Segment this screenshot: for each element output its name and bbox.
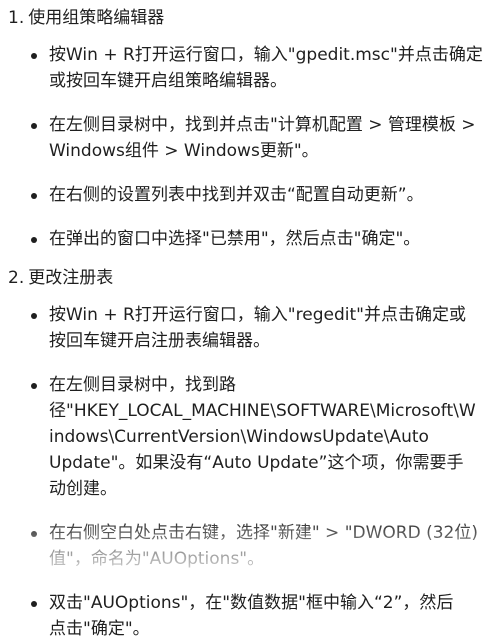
bullet-line: 径"HKEY_LOCAL_MACHINE\SOFTWARE\Microsoft\… — [49, 401, 476, 421]
step-2-number: 2. — [8, 268, 25, 288]
step-2-bullet-2: 在左侧目录树中，找到路 径"HKEY_LOCAL_MACHINE\SOFTWAR… — [0, 372, 489, 502]
step-1-title: 使用组策略编辑器 — [28, 8, 165, 28]
step-1-bullet-1: 按Win + R打开运行窗口，输入"gpedit.msc"并点击确定 或按回车键… — [0, 42, 489, 94]
instruction-document: 1. 使用组策略编辑器 按Win + R打开运行窗口，输入"gpedit.msc"… — [0, 5, 489, 642]
bullet-line: 动创建。 — [49, 479, 117, 499]
bullet-line: 按回车键开启注册表编辑器。 — [49, 331, 270, 351]
step-2-bullet-3: 在右侧空白处点击右键，选择"新建" > "DWORD (32位) 值"，命名为"… — [0, 520, 489, 572]
bullet-line: 按Win + R打开运行窗口，输入"regedit"并点击确定或 — [49, 305, 466, 325]
bullet-line: 在右侧空白处点击右键，选择"新建" > "DWORD (32位) — [49, 523, 478, 543]
step-1-bullet-4: 在弹出的窗口中选择"已禁用"，然后点击"确定"。 — [0, 226, 489, 252]
bullet-line: 在右侧的设置列表中找到并双击“配置自动更新”。 — [49, 185, 424, 205]
step-2-bullets: 按Win + R打开运行窗口，输入"regedit"并点击确定或 按回车键开启注… — [0, 302, 489, 642]
bullet-line: 在左侧目录树中，找到路 — [49, 375, 236, 395]
bullet-line: 或按回车键开启组策略编辑器。 — [49, 71, 287, 91]
step-1-bullet-2: 在左侧目录树中，找到并点击"计算机配置 > 管理模板 > Windows组件 >… — [0, 112, 489, 164]
bullet-line: Windows组件 > Windows更新"。 — [49, 141, 319, 161]
step-1-bullets: 按Win + R打开运行窗口，输入"gpedit.msc"并点击确定 或按回车键… — [0, 42, 489, 252]
step-2-bullet-1: 按Win + R打开运行窗口，输入"regedit"并点击确定或 按回车键开启注… — [0, 302, 489, 354]
step-2-title: 更改注册表 — [28, 268, 114, 288]
bullet-line: 双击"AUOptions"，在"数值数据"框中输入“2”，然后 — [49, 593, 454, 613]
bullet-line: 值"，命名为"AUOptions"。 — [49, 549, 265, 569]
step-2-heading: 2. 更改注册表 — [0, 265, 489, 291]
step-1-heading: 1. 使用组策略编辑器 — [0, 5, 489, 31]
bullet-line: 点击"确定"。 — [49, 619, 150, 639]
step-2-bullet-4: 双击"AUOptions"，在"数值数据"框中输入“2”，然后 点击"确定"。 — [0, 590, 489, 642]
bullet-line: 在左侧目录树中，找到并点击"计算机配置 > 管理模板 > — [49, 115, 476, 135]
bullet-line: 按Win + R打开运行窗口，输入"gpedit.msc"并点击确定 — [49, 45, 483, 65]
step-1: 1. 使用组策略编辑器 按Win + R打开运行窗口，输入"gpedit.msc"… — [0, 5, 489, 252]
bullet-line: indows\CurrentVersion\WindowsUpdate\Auto — [49, 427, 429, 447]
step-2: 2. 更改注册表 按Win + R打开运行窗口，输入"regedit"并点击确定或… — [0, 265, 489, 642]
bullet-line: 在弹出的窗口中选择"已禁用"，然后点击"确定"。 — [49, 229, 421, 249]
step-1-number: 1. — [8, 8, 25, 28]
step-1-bullet-3: 在右侧的设置列表中找到并双击“配置自动更新”。 — [0, 182, 489, 208]
bullet-line: Update"。如果没有“Auto Update”这个项，你需要手 — [49, 453, 464, 473]
steps-list: 1. 使用组策略编辑器 按Win + R打开运行窗口，输入"gpedit.msc"… — [0, 5, 489, 642]
